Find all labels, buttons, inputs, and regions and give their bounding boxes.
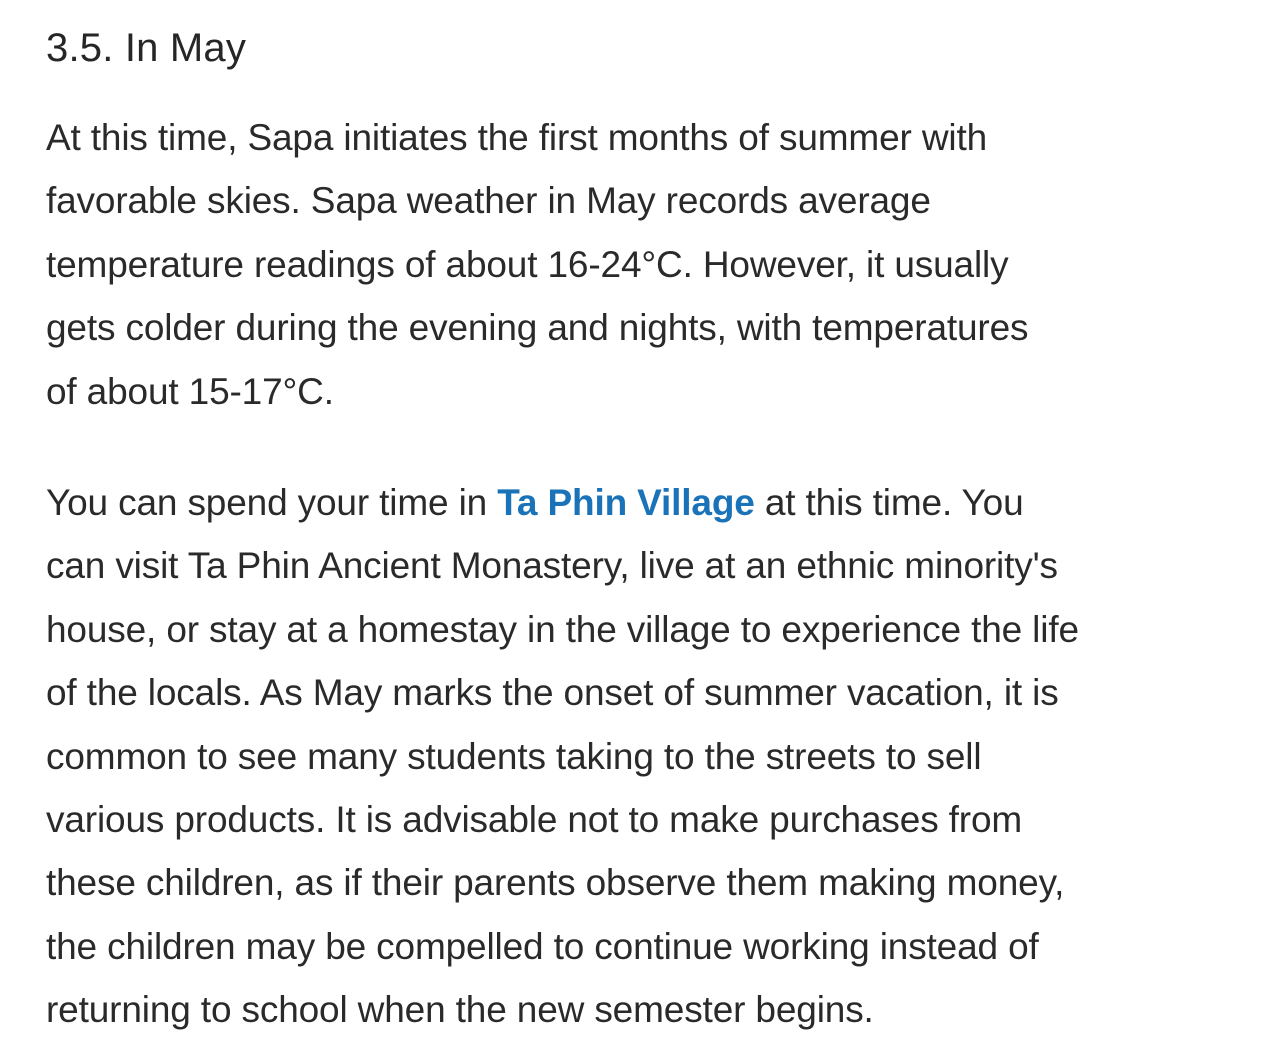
paragraph-line: returning to school when the new semeste… [46,989,874,1031]
paragraph-line: At this time, Sapa initiates the first m… [46,117,988,158]
paragraph-line: these children, as if their parents obse… [46,862,1065,904]
paragraph-weather: At this time, Sapa initiates the first m… [46,106,1256,423]
paragraph-text: You can spend your time in [46,482,498,524]
paragraph-line: favorable skies. Sapa weather in May rec… [46,180,931,222]
paragraph-line: of the locals. As May marks the onset of… [46,672,1059,714]
paragraph-line: house, or stay at a homestay in the vill… [46,608,1079,650]
paragraph-line: temperature readings of about 16-24°C. H… [46,243,1009,285]
paragraph-line: the children may be compelled to continu… [46,925,1039,967]
paragraph-line: can visit Ta Phin Ancient Monastery, liv… [46,545,1058,587]
ta-phin-village-link[interactable]: Ta Phin Village [497,482,755,523]
paragraph-line: gets colder during the evening and night… [46,307,1029,349]
paragraph-line-with-link: You can spend your time in Ta Phin Villa… [46,471,1256,534]
article: 3.5. In May At this time, Sapa initiates… [46,18,1256,1042]
section-heading: 3.5. In May [46,26,247,70]
paragraph-line: common to see many students taking to th… [46,735,982,777]
paragraph-line: of about 15-17°C. [46,370,334,412]
paragraph-line: various products. It is advisable not to… [46,799,1023,841]
paragraph-text: at this time. You [754,482,1024,524]
paragraph-activities: You can spend your time in Ta Phin Villa… [46,471,1256,1042]
